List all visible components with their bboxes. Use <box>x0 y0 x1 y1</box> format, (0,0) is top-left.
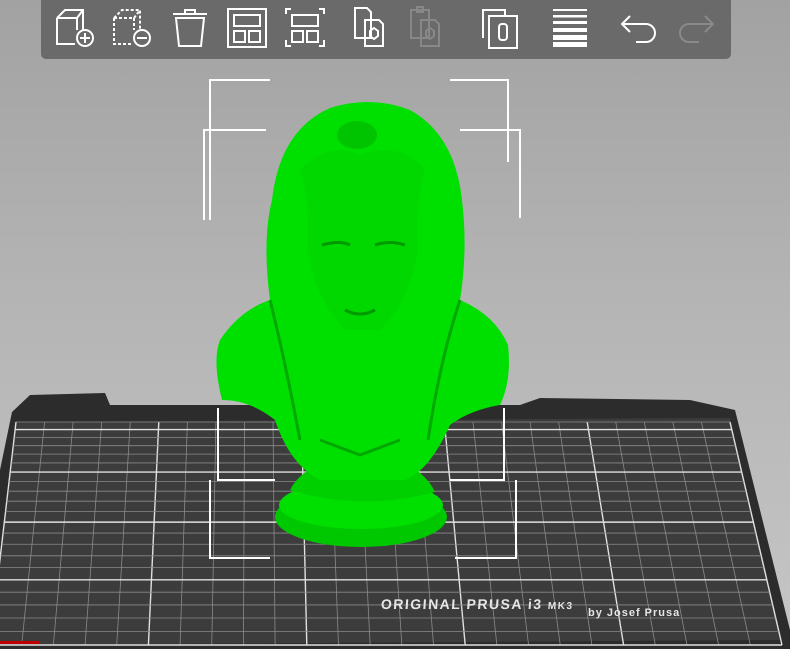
arrange-button[interactable] <box>224 4 270 50</box>
axis-x-marker <box>0 641 40 644</box>
bed-subtitle: by Josef Prusa <box>588 607 681 619</box>
trash-icon <box>173 9 207 47</box>
add-button[interactable] <box>53 4 99 50</box>
undo-button[interactable] <box>616 4 662 50</box>
arrange-icon <box>227 8 267 48</box>
layers-editing-button[interactable] <box>547 4 593 50</box>
delete-object-icon <box>113 9 151 47</box>
undo-icon <box>620 15 656 43</box>
paste-icon <box>410 6 440 47</box>
instances-button[interactable] <box>477 4 523 50</box>
delete-all-button[interactable] <box>167 4 213 50</box>
add-object-icon <box>56 9 94 47</box>
bed-title: ORIGINAL PRUSA i3 <box>380 596 544 612</box>
arrange-selection-icon <box>285 8 325 47</box>
instances-icon <box>482 9 518 49</box>
redo-icon <box>679 15 715 43</box>
3d-viewport[interactable] <box>0 0 790 649</box>
copy-icon <box>354 7 384 47</box>
bed-model: MK3 <box>547 601 574 612</box>
arrange-selection-button[interactable] <box>282 4 328 50</box>
bed-label: ORIGINAL PRUSA i3 MK3 <box>380 596 574 612</box>
main-toolbar <box>41 0 731 59</box>
paste-button[interactable] <box>407 4 453 50</box>
delete-button[interactable] <box>110 4 156 50</box>
redo-button[interactable] <box>673 4 719 50</box>
copy-button[interactable] <box>351 4 397 50</box>
layers-editing-icon <box>553 9 587 47</box>
